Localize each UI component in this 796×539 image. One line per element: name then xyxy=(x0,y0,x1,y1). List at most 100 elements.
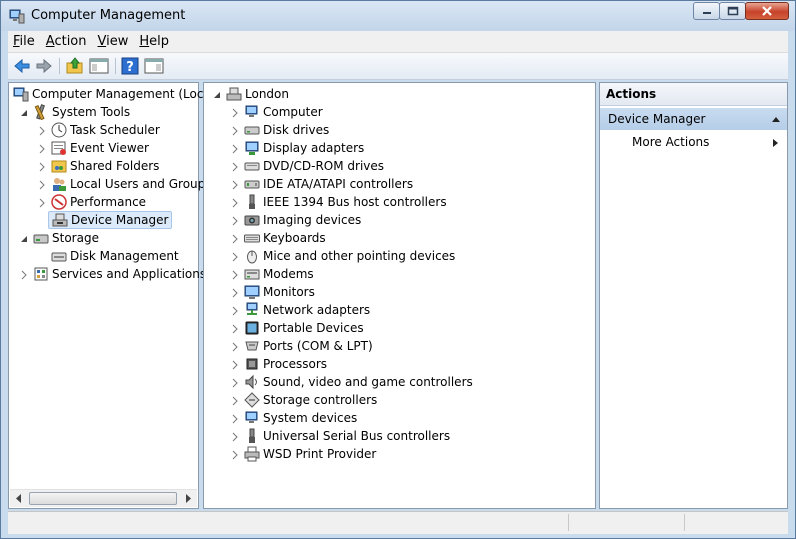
tree-node-event-viewer[interactable]: Event Viewer xyxy=(37,139,149,157)
expand-arrow-icon[interactable] xyxy=(230,125,240,136)
shared-folder-icon xyxy=(51,158,67,174)
expand-arrow-icon[interactable] xyxy=(37,143,47,154)
menu-file[interactable]: File xyxy=(8,31,40,52)
close-button[interactable] xyxy=(745,2,789,20)
show-hide-console-tree-button[interactable] xyxy=(88,56,112,76)
expand-arrow-icon[interactable] xyxy=(230,359,240,370)
device-root-london[interactable]: London xyxy=(212,85,289,103)
disk-drive-icon xyxy=(244,122,260,138)
tree-node-device-manager[interactable]: Device Manager xyxy=(48,211,173,229)
expand-arrow-icon[interactable] xyxy=(230,269,240,280)
device-category-keyboards[interactable]: Keyboards xyxy=(230,229,326,247)
device-category-disk-drives[interactable]: Disk drives xyxy=(230,121,329,139)
tree-label: Performance xyxy=(70,195,147,209)
menu-view[interactable]: View xyxy=(93,31,134,52)
device-category-dvd-cd-rom-drives[interactable]: DVD/CD-ROM drives xyxy=(230,157,384,175)
scroll-left-icon[interactable] xyxy=(14,493,24,507)
device-category-label: Mice and other pointing devices xyxy=(263,249,456,263)
actions-section-device-manager[interactable]: Device Manager xyxy=(600,108,787,130)
show-hide-action-pane-button[interactable] xyxy=(143,56,167,76)
expand-arrow-icon[interactable] xyxy=(230,305,240,316)
mouse-icon xyxy=(244,248,260,264)
expand-arrow-icon[interactable] xyxy=(37,179,47,190)
tree-node-computer-management[interactable]: Computer Management (Local xyxy=(13,85,214,103)
tree-node-disk-management[interactable]: Disk Management xyxy=(51,247,179,265)
device-category-imaging-devices[interactable]: Imaging devices xyxy=(230,211,361,229)
expand-arrow-icon[interactable] xyxy=(230,197,240,208)
expand-arrow-icon[interactable] xyxy=(230,179,240,190)
tree-node-task-scheduler[interactable]: Task Scheduler xyxy=(37,121,160,139)
scroll-right-icon[interactable] xyxy=(183,493,193,507)
tree-label: Task Scheduler xyxy=(70,123,160,137)
device-category-sound-video-and-game-controllers[interactable]: Sound, video and game controllers xyxy=(230,373,473,391)
device-category-mice-and-other-pointing-devices[interactable]: Mice and other pointing devices xyxy=(230,247,455,265)
expand-arrow-icon[interactable] xyxy=(230,161,240,172)
collapse-up-icon[interactable] xyxy=(771,115,781,123)
menu-help[interactable]: Help xyxy=(134,31,174,52)
tree-node-local-users-and-groups[interactable]: Local Users and Groups xyxy=(37,175,212,193)
forward-button[interactable] xyxy=(34,56,54,76)
device-category-universal-serial-bus-controllers[interactable]: Universal Serial Bus controllers xyxy=(230,427,450,445)
device-category-portable-devices[interactable]: Portable Devices xyxy=(230,319,364,337)
collapse-arrow-icon[interactable] xyxy=(19,107,29,117)
up-folder-icon xyxy=(66,57,83,74)
expand-arrow-icon[interactable] xyxy=(230,413,240,424)
expand-arrow-icon[interactable] xyxy=(230,377,240,388)
expand-arrow-icon[interactable] xyxy=(230,395,240,406)
maximize-button[interactable] xyxy=(719,2,746,20)
expand-arrow-icon[interactable] xyxy=(230,323,240,334)
tree-label: Storage xyxy=(52,231,99,245)
scrollbar-thumb[interactable] xyxy=(29,492,177,505)
help-button[interactable]: ? xyxy=(120,56,140,76)
expand-arrow-icon[interactable] xyxy=(37,125,47,136)
collapse-arrow-icon[interactable] xyxy=(212,89,222,99)
device-category-network-adapters[interactable]: Network adapters xyxy=(230,301,370,319)
device-category-system-devices[interactable]: System devices xyxy=(230,409,357,427)
expand-arrow-icon[interactable] xyxy=(230,215,240,226)
expand-arrow-icon[interactable] xyxy=(230,143,240,154)
title-bar[interactable]: Computer Management xyxy=(1,1,795,31)
tree-node-storage[interactable]: Storage xyxy=(19,229,99,247)
expand-arrow-icon[interactable] xyxy=(230,341,240,352)
minimize-button[interactable] xyxy=(693,2,720,20)
back-button[interactable] xyxy=(12,56,32,76)
collapse-arrow-icon[interactable] xyxy=(19,233,29,243)
expand-arrow-icon[interactable] xyxy=(230,431,240,442)
device-category-ide-ata-atapi-controllers[interactable]: IDE ATA/ATAPI controllers xyxy=(230,175,413,193)
expand-arrow-icon[interactable] xyxy=(230,251,240,262)
expand-arrow-icon[interactable] xyxy=(37,197,47,208)
device-category-label: Modems xyxy=(263,267,314,281)
menu-action[interactable]: Action xyxy=(41,31,92,52)
tree-node-system-tools[interactable]: System Tools xyxy=(19,103,130,121)
help-icon: ? xyxy=(121,57,139,75)
menu-view-label: iew xyxy=(106,34,129,49)
tree-node-shared-folders[interactable]: Shared Folders xyxy=(37,157,159,175)
expand-arrow-icon[interactable] xyxy=(230,449,240,460)
ieee1394-icon xyxy=(244,194,260,210)
device-category-wsd-print-provider[interactable]: WSD Print Provider xyxy=(230,445,376,463)
computer-management-app-icon xyxy=(9,8,25,24)
horizontal-scrollbar[interactable] xyxy=(10,489,197,507)
device-category-ieee-1394-bus-host-controllers[interactable]: IEEE 1394 Bus host controllers xyxy=(230,193,447,211)
device-category-ports-com-lpt[interactable]: Ports (COM & LPT) xyxy=(230,337,373,355)
device-category-storage-controllers[interactable]: Storage controllers xyxy=(230,391,377,409)
submenu-arrow-icon[interactable] xyxy=(772,138,779,148)
device-category-label: Disk drives xyxy=(263,123,330,137)
event-viewer-icon xyxy=(51,140,67,156)
device-category-monitors[interactable]: Monitors xyxy=(230,283,315,301)
device-category-modems[interactable]: Modems xyxy=(230,265,314,283)
expand-arrow-icon[interactable] xyxy=(230,287,240,298)
more-actions-item[interactable]: More Actions xyxy=(632,135,709,149)
device-category-computer[interactable]: Computer xyxy=(230,103,323,121)
up-one-level-button[interactable] xyxy=(65,56,85,76)
tree-node-services-and-applications[interactable]: Services and Applications xyxy=(19,265,206,283)
expand-arrow-icon[interactable] xyxy=(19,269,29,280)
device-category-processors[interactable]: Processors xyxy=(230,355,327,373)
expand-arrow-icon[interactable] xyxy=(37,161,47,172)
tree-label: Shared Folders xyxy=(70,159,160,173)
device-category-display-adapters[interactable]: Display adapters xyxy=(230,139,364,157)
expand-arrow-icon[interactable] xyxy=(230,233,240,244)
tree-node-performance[interactable]: Performance xyxy=(37,193,146,211)
portable-device-icon xyxy=(244,320,260,336)
expand-arrow-icon[interactable] xyxy=(230,107,240,118)
